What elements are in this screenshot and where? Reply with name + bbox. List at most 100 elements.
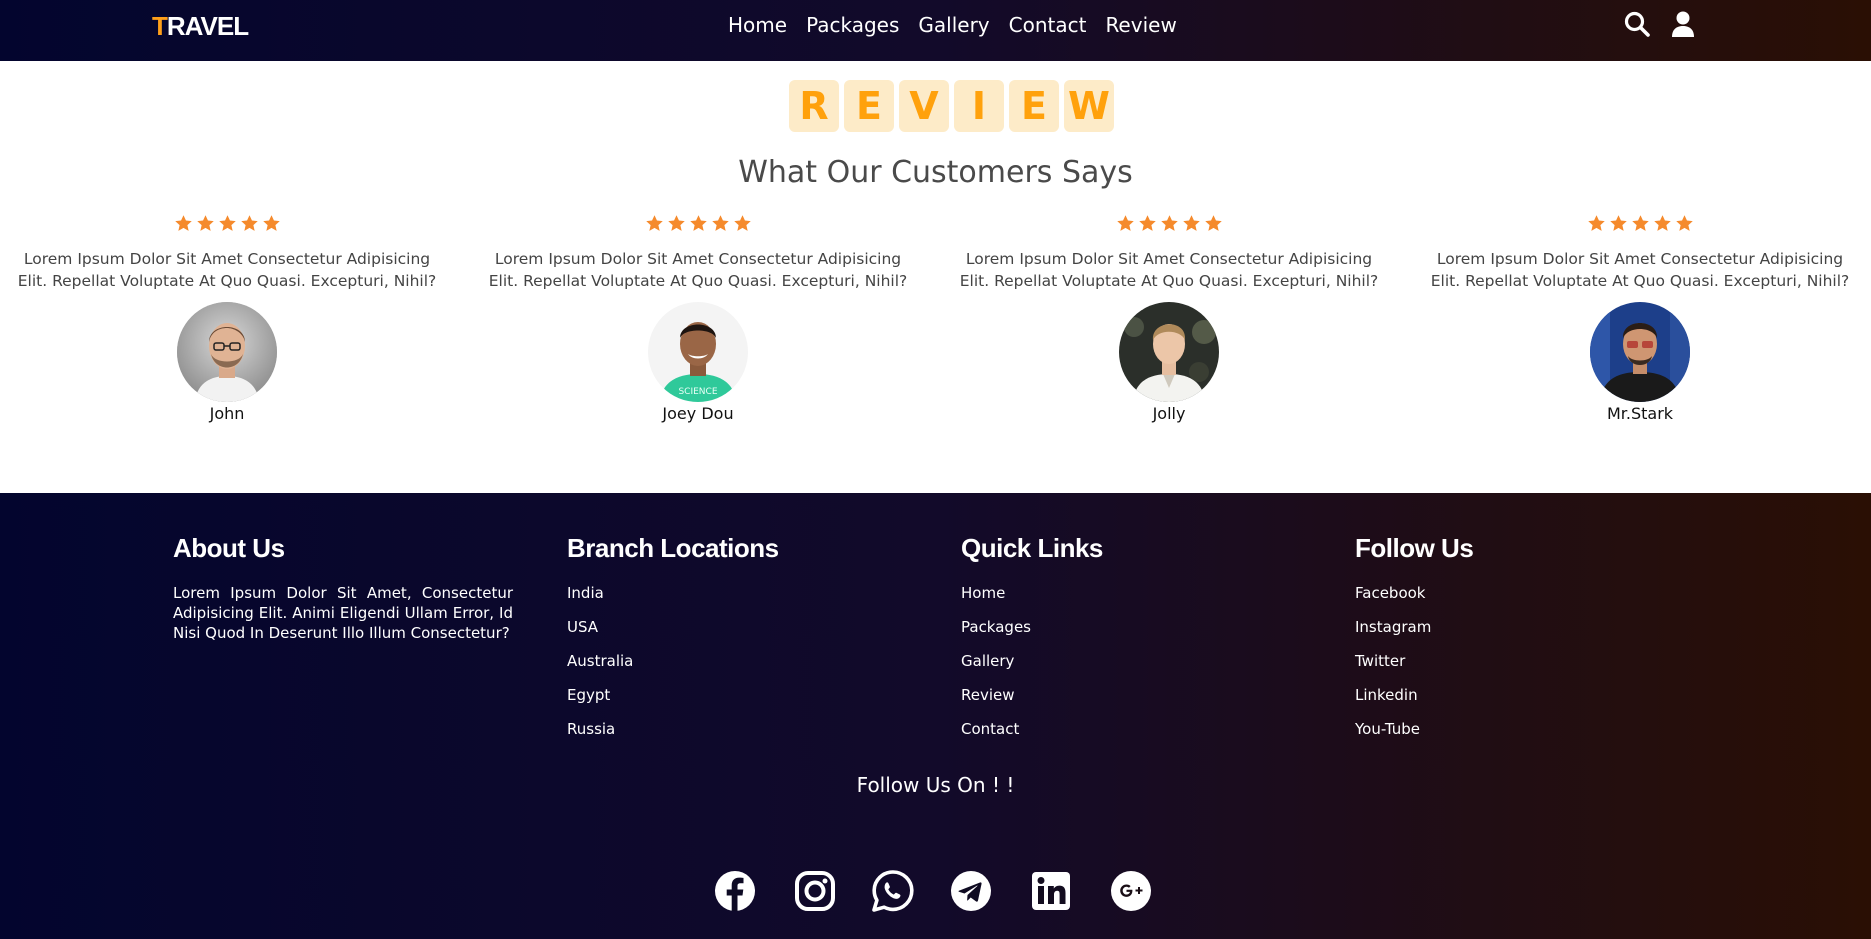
nav-review[interactable]: Review	[1105, 11, 1176, 39]
quick-link-item: Home	[961, 583, 1301, 603]
avatar	[1590, 302, 1690, 402]
testimonial-card: Lorem Ipsum Dolor Sit Amet Consectetur A…	[944, 214, 1394, 423]
follow-link[interactable]: Instagram	[1355, 618, 1431, 636]
review-heading: R E V I E W	[789, 80, 1114, 132]
quick-link[interactable]: Review	[961, 686, 1015, 704]
star-icon	[1138, 215, 1156, 231]
avatar	[177, 302, 277, 402]
testimonial-text: Lorem Ipsum Dolor Sit Amet Consectetur A…	[488, 250, 908, 290]
star-icon	[218, 215, 236, 231]
footer-about-title: About Us	[173, 533, 285, 563]
follow-item: Linkedin	[1355, 685, 1695, 705]
social-icons	[0, 869, 1871, 913]
reviewer-name: Jolly	[1152, 404, 1186, 423]
testimonials: Lorem Ipsum Dolor Sit Amet Consectetur A…	[0, 214, 1871, 424]
branch-link[interactable]: USA	[567, 618, 598, 636]
footer-quick-links-title: Quick Links	[961, 533, 1103, 563]
follow-link[interactable]: You-Tube	[1355, 720, 1420, 738]
star-icon	[1653, 215, 1671, 231]
reviewer-name: Joey Dou	[662, 404, 734, 423]
quick-link-item: Contact	[961, 719, 1301, 739]
star-icon	[1675, 215, 1693, 231]
star-icon	[1587, 215, 1605, 231]
star-icon	[1116, 215, 1134, 231]
star-rating	[2, 214, 452, 238]
testimonial-text: Lorem Ipsum Dolor Sit Amet Consectetur A…	[959, 250, 1379, 290]
branch-link[interactable]: India	[567, 584, 604, 602]
nav-home[interactable]: Home	[728, 11, 787, 39]
star-icon	[1631, 215, 1649, 231]
logo-rest: RAVEL	[166, 11, 249, 41]
footer-quick-links: Quick Links Home Packages Gallery Review…	[961, 533, 1301, 753]
star-icon	[240, 215, 258, 231]
whatsapp-icon[interactable]	[871, 869, 915, 913]
footer-branches-title: Branch Locations	[567, 533, 779, 563]
branch-link[interactable]: Australia	[567, 652, 633, 670]
site-header: TRAVEL Home Packages Gallery Contact Rev…	[0, 0, 1871, 61]
star-icon	[689, 215, 707, 231]
star-icon	[667, 215, 685, 231]
nav-contact[interactable]: Contact	[1009, 11, 1087, 39]
testimonial-card: Lorem Ipsum Dolor Sit Amet Consectetur A…	[1415, 214, 1865, 423]
review-letter: I	[954, 80, 1004, 132]
star-icon	[262, 215, 280, 231]
main-nav: Home Packages Gallery Contact Review	[728, 11, 1177, 39]
quick-link[interactable]: Gallery	[961, 652, 1014, 670]
star-rating	[1415, 214, 1865, 238]
testimonial-text: Lorem Ipsum Dolor Sit Amet Consectetur A…	[1430, 250, 1850, 290]
google-plus-icon[interactable]	[1109, 869, 1153, 913]
branch-item: Egypt	[567, 685, 907, 705]
branch-item: Australia	[567, 651, 907, 671]
quick-link[interactable]: Contact	[961, 720, 1019, 738]
star-icon	[1182, 215, 1200, 231]
follow-link[interactable]: Twitter	[1355, 652, 1405, 670]
star-icon	[645, 215, 663, 231]
star-icon	[1160, 215, 1178, 231]
follow-item: Twitter	[1355, 651, 1695, 671]
star-icon	[733, 215, 751, 231]
svg-text:SCIENCE: SCIENCE	[678, 387, 717, 397]
instagram-icon[interactable]	[793, 869, 837, 913]
review-subtitle: What Our Customers Says	[738, 155, 1133, 190]
follow-item: Instagram	[1355, 617, 1695, 637]
footer-about: About Us Lorem Ipsum Dolor Sit Amet, Con…	[173, 533, 513, 643]
star-rating	[944, 214, 1394, 238]
quick-link[interactable]: Packages	[961, 618, 1031, 636]
nav-gallery[interactable]: Gallery	[918, 11, 989, 39]
branch-item: Russia	[567, 719, 907, 739]
review-letter: R	[789, 80, 839, 132]
quick-link-item: Review	[961, 685, 1301, 705]
linkedin-icon[interactable]	[1029, 869, 1073, 913]
follow-link[interactable]: Linkedin	[1355, 686, 1418, 704]
quick-link[interactable]: Home	[961, 584, 1005, 602]
footer-follow-title: Follow Us	[1355, 533, 1474, 563]
review-letter: E	[844, 80, 894, 132]
nav-packages[interactable]: Packages	[806, 11, 899, 39]
star-icon	[174, 215, 192, 231]
follow-link[interactable]: Facebook	[1355, 584, 1425, 602]
follow-us-on-text: Follow Us On ! !	[856, 773, 1015, 797]
branch-link[interactable]: Russia	[567, 720, 615, 738]
quick-link-item: Packages	[961, 617, 1301, 637]
search-icon[interactable]	[1623, 10, 1651, 38]
logo-first-letter: T	[152, 11, 168, 41]
review-letter: W	[1064, 80, 1114, 132]
avatar	[1119, 302, 1219, 402]
star-icon	[1204, 215, 1222, 231]
star-rating	[473, 214, 923, 238]
avatar: SCIENCE	[648, 302, 748, 402]
branch-link[interactable]: Egypt	[567, 686, 610, 704]
site-logo[interactable]: TRAVEL	[152, 11, 249, 42]
review-letter: V	[899, 80, 949, 132]
telegram-icon[interactable]	[949, 869, 993, 913]
branch-item: India	[567, 583, 907, 603]
footer-branches: Branch Locations India USA Australia Egy…	[567, 533, 907, 753]
facebook-icon[interactable]	[713, 869, 757, 913]
star-icon	[196, 215, 214, 231]
user-icon[interactable]	[1669, 10, 1697, 38]
review-letter: E	[1009, 80, 1059, 132]
footer-follow: Follow Us Facebook Instagram Twitter Lin…	[1355, 533, 1695, 753]
site-footer: About Us Lorem Ipsum Dolor Sit Amet, Con…	[0, 493, 1871, 939]
follow-item: You-Tube	[1355, 719, 1695, 739]
star-icon	[1609, 215, 1627, 231]
